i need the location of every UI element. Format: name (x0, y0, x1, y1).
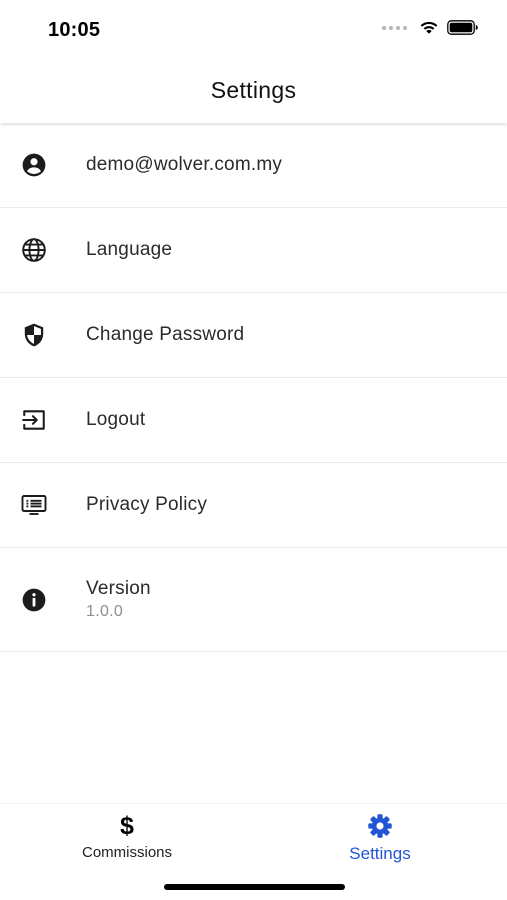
settings-item-text: Change Password (86, 324, 244, 346)
version-number: 1.0.0 (86, 603, 124, 620)
settings-item-label: Version (86, 578, 151, 599)
status-bar: 10:05 (0, 0, 507, 58)
globe-icon (21, 237, 47, 263)
cellular-signal-icon (382, 25, 407, 30)
info-icon (21, 587, 47, 613)
gear-icon (367, 812, 393, 840)
settings-item-change-password[interactable]: Change Password (0, 293, 507, 378)
settings-item-account[interactable]: demo@wolver.com.my (0, 123, 507, 208)
settings-item-logout[interactable]: Logout (0, 378, 507, 463)
page-title: Settings (210, 77, 297, 103)
settings-item-label: Language (86, 239, 173, 260)
logout-icon (21, 407, 47, 433)
settings-item-language[interactable]: Language (0, 208, 507, 293)
settings-item-text: Logout (86, 409, 145, 431)
navigation-bar: Settings (0, 58, 507, 123)
policy-document-icon (21, 492, 47, 518)
account-email: demo@wolver.com.my (86, 154, 283, 175)
settings-item-label: Change Password (86, 324, 245, 345)
settings-item-text: Language (86, 239, 172, 261)
tab-settings[interactable]: Settings (300, 812, 460, 864)
status-icons (382, 20, 479, 35)
settings-item-text: Privacy Policy (86, 494, 207, 516)
home-indicator[interactable] (164, 884, 345, 890)
tab-label: Commissions (81, 844, 172, 861)
account-circle-icon (21, 152, 47, 178)
tab-commissions[interactable]: $ Commissions (47, 812, 207, 861)
tab-label: Settings (349, 844, 411, 863)
status-time: 10:05 (48, 19, 101, 41)
wifi-icon (420, 21, 438, 34)
dollar-icon: $ (120, 812, 134, 840)
settings-list: demo@wolver.com.my Language Change Passw… (0, 123, 507, 652)
settings-item-version[interactable]: Version 1.0.0 (0, 548, 507, 652)
settings-item-label: Logout (86, 409, 146, 430)
settings-item-text: Version 1.0.0 (86, 578, 151, 621)
settings-item-label: Privacy Policy (86, 494, 208, 515)
settings-item-text: demo@wolver.com.my (86, 154, 282, 176)
shield-icon (21, 322, 47, 348)
settings-item-privacy-policy[interactable]: Privacy Policy (0, 463, 507, 548)
battery-icon (447, 20, 478, 35)
